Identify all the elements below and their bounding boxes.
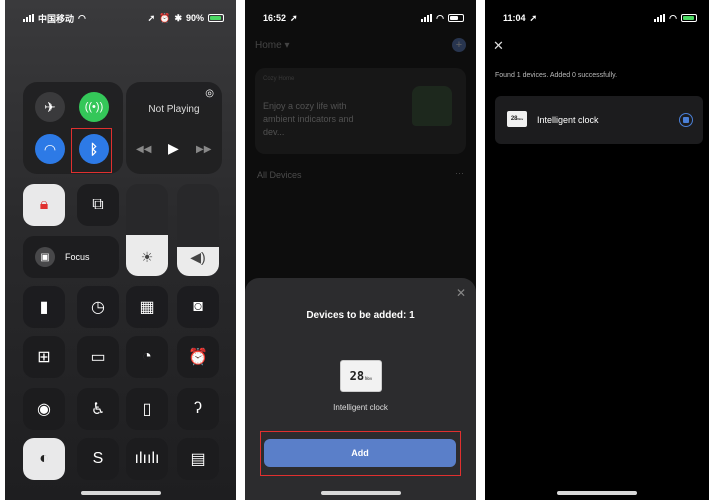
stopwatch-icon[interactable]: ◔ bbox=[126, 336, 168, 378]
battery-percent: 90% bbox=[185, 13, 204, 23]
focus-label: Focus bbox=[65, 252, 90, 262]
clock-digits: 28 bbox=[349, 369, 365, 383]
status-bar: 中国移动 ◠ ➚ ⏰ ✱ 90% bbox=[5, 0, 236, 36]
cellular-data-icon[interactable]: ((•)) bbox=[79, 92, 109, 122]
airplay-icon[interactable]: ◎ bbox=[205, 88, 214, 99]
control-center-screen: 中国移动 ◠ ➚ ⏰ ✱ 90% ✈ ((•)) ◠ ᛒ ◎ Not Playi… bbox=[5, 0, 236, 500]
screen-mirroring-icon[interactable]: ⧉ bbox=[77, 184, 119, 226]
cozy-home-banner[interactable]: Cozy Home Enjoy a cozy life with ambient… bbox=[255, 68, 466, 154]
qr-scanner-icon[interactable]: ⊞ bbox=[23, 336, 65, 378]
add-icon[interactable]: + bbox=[452, 38, 466, 52]
volume-icon: ◀) bbox=[190, 249, 206, 265]
wifi-icon[interactable]: ◠ bbox=[35, 134, 65, 164]
found-summary: Found 1 devices. Added 0 successfully. bbox=[495, 72, 618, 79]
status-indicator-icon bbox=[679, 113, 693, 127]
all-devices-label: All Devices bbox=[257, 170, 302, 180]
carrier-label: 中国移动 bbox=[38, 13, 75, 24]
house-icon bbox=[412, 86, 452, 126]
device-name: Intelligent clock bbox=[537, 115, 599, 125]
rewind-icon[interactable]: ◀◀ bbox=[136, 144, 151, 155]
status-time: 16:52 bbox=[263, 13, 287, 23]
airplane-mode-icon[interactable]: ✈ bbox=[35, 92, 65, 122]
bluetooth-highlight bbox=[71, 128, 112, 173]
battery-icon bbox=[681, 14, 697, 22]
clock-digits: 28 bbox=[510, 116, 518, 122]
calculator-icon[interactable]: ▦ bbox=[126, 286, 168, 328]
fast-forward-icon[interactable]: ▶▶ bbox=[196, 144, 211, 155]
location-icon: ➚ bbox=[147, 12, 156, 23]
focus-button[interactable]: ▣ Focus bbox=[23, 236, 119, 278]
dark-mode-icon[interactable]: ◐ bbox=[23, 438, 65, 480]
clock-unit: Nov bbox=[365, 375, 373, 381]
location-icon: ➚ bbox=[529, 12, 538, 23]
signal-icon bbox=[23, 14, 34, 22]
alarm-status-icon: ⏰ bbox=[159, 12, 171, 23]
timer-icon[interactable]: ◷ bbox=[77, 286, 119, 328]
alarm-icon[interactable]: ⏰ bbox=[177, 336, 219, 378]
bluetooth-status-icon: ✱ bbox=[174, 12, 182, 23]
screen-record-icon[interactable]: ◉ bbox=[23, 388, 65, 430]
camera-icon[interactable]: ◙ bbox=[177, 286, 219, 328]
hearing-icon[interactable]: ʔ bbox=[177, 388, 219, 430]
add-button[interactable]: Add bbox=[264, 439, 456, 467]
home-label: Home bbox=[255, 40, 282, 51]
sound-recognition-icon[interactable]: ılıılı bbox=[126, 438, 168, 480]
accessibility-icon[interactable]: ♿︎ bbox=[77, 388, 119, 430]
signal-icon bbox=[654, 14, 666, 22]
device-name: Intelligent clock bbox=[333, 403, 388, 412]
quick-note-icon[interactable]: ▤ bbox=[177, 438, 219, 480]
wifi-status-icon: ◠ bbox=[669, 12, 677, 23]
shazam-icon[interactable]: S bbox=[77, 438, 119, 480]
add-device-screen: 16:52 ➚ ◠ Home ▾ + Cozy Home Enjoy a coz… bbox=[245, 0, 476, 500]
home-indicator[interactable] bbox=[557, 491, 637, 495]
low-power-mode-icon[interactable]: ▭ bbox=[77, 336, 119, 378]
clock-unit: Nov bbox=[517, 117, 524, 121]
add-devices-sheet: ✕ Devices to be added: 1 28 Nov Intellige… bbox=[245, 278, 476, 500]
banner-text: Enjoy a cozy life with ambient indicator… bbox=[263, 101, 354, 137]
more-icon[interactable]: ··· bbox=[455, 168, 464, 178]
close-icon[interactable]: ✕ bbox=[493, 38, 504, 54]
signal-icon bbox=[421, 14, 433, 22]
brightness-icon: ☀ bbox=[140, 249, 154, 265]
apple-tv-remote-icon[interactable]: ▯ bbox=[126, 388, 168, 430]
wifi-status-icon: ◠ bbox=[436, 12, 444, 23]
device-list-item[interactable]: 28 Nov Intelligent clock bbox=[495, 96, 703, 144]
brightness-slider[interactable]: ☀ bbox=[126, 184, 168, 276]
orientation-lock-icon[interactable]: 🔒︎ bbox=[23, 184, 65, 226]
status-bar: 11:04 ➚ ◠ bbox=[485, 0, 709, 36]
flashlight-icon[interactable]: ▮ bbox=[23, 286, 65, 328]
battery-icon bbox=[448, 14, 464, 22]
now-playing-label: Not Playing bbox=[148, 104, 200, 115]
play-icon[interactable]: ▶ bbox=[168, 140, 179, 157]
location-icon: ➚ bbox=[290, 12, 298, 23]
status-bar: 16:52 ➚ ◠ bbox=[245, 0, 476, 36]
wifi-status-icon: ◠ bbox=[78, 12, 86, 23]
battery-icon bbox=[208, 14, 224, 22]
status-time: 11:04 bbox=[503, 13, 526, 23]
clock-thumbnail: 28 Nov bbox=[507, 111, 527, 127]
volume-slider[interactable]: ◀) bbox=[177, 184, 219, 276]
banner-tag: Cozy Home bbox=[263, 76, 295, 82]
home-indicator[interactable] bbox=[320, 491, 401, 495]
clock-device-image: 28 Nov bbox=[340, 360, 382, 392]
focus-icon: ▣ bbox=[35, 247, 55, 267]
home-selector[interactable]: Home ▾ bbox=[255, 40, 290, 51]
add-result-screen: 11:04 ➚ ◠ ✕ Found 1 devices. Added 0 suc… bbox=[485, 0, 709, 500]
now-playing-tile[interactable]: ◎ Not Playing ◀◀ ▶ ▶▶ bbox=[126, 82, 222, 174]
sheet-title: Devices to be added: 1 bbox=[306, 310, 415, 321]
home-indicator[interactable] bbox=[80, 491, 161, 495]
close-icon[interactable]: ✕ bbox=[456, 286, 466, 300]
